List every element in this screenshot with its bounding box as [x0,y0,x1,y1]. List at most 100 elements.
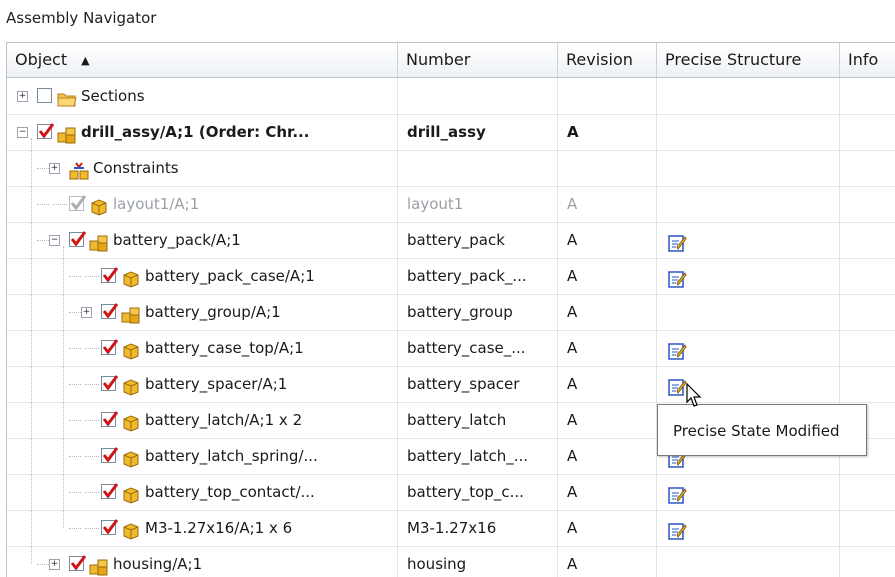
object-cell[interactable]: + Constraints [7,150,398,186]
column-header-precise-structure[interactable]: Precise Structure [657,43,840,77]
visibility-checkbox[interactable] [101,483,119,499]
column-header-object[interactable]: Object ▲ [7,43,398,77]
precise-state-modified-icon[interactable] [667,338,687,360]
info-cell[interactable] [840,330,895,366]
precise-structure-cell[interactable] [657,510,840,546]
precise-structure-cell[interactable] [657,546,840,577]
visibility-checkbox[interactable] [37,123,55,139]
object-cell[interactable]: − drill_assy/A;1 (Order: Chr... [7,114,398,150]
precise-structure-cell[interactable] [657,222,840,258]
number-cell[interactable]: battery_group [398,294,558,330]
expand-icon[interactable]: + [17,91,28,102]
column-header-info[interactable]: Info [840,43,895,77]
tree-row[interactable]: + Sections [7,78,895,115]
revision-cell[interactable]: A [558,114,657,150]
object-cell[interactable]: battery_latch_spring/... [7,438,398,474]
visibility-checkbox[interactable] [101,339,119,355]
expand-icon[interactable]: + [49,559,60,570]
object-cell[interactable]: battery_pack_case/A;1 [7,258,398,294]
precise-structure-cell[interactable] [657,78,840,114]
tree-row[interactable]: battery_pack_case/A;1 battery_pack_... A [7,258,895,295]
precise-structure-cell[interactable] [657,186,840,222]
info-cell[interactable] [840,222,895,258]
number-cell[interactable]: battery_top_c... [398,474,558,510]
visibility-checkbox[interactable] [101,303,119,319]
precise-structure-cell[interactable] [657,258,840,294]
revision-cell[interactable]: A [558,438,657,474]
number-cell[interactable]: battery_spacer [398,366,558,402]
number-cell[interactable]: battery_latch_... [398,438,558,474]
tree-row[interactable]: − drill_assy/A;1 (Order: Chr... drill_assy… [7,114,895,151]
number-cell[interactable]: battery_case_... [398,330,558,366]
number-cell[interactable]: battery_pack [398,222,558,258]
precise-state-modified-icon[interactable] [667,518,687,540]
visibility-checkbox[interactable] [37,88,52,103]
revision-cell[interactable]: A [558,402,657,438]
visibility-checkbox[interactable] [101,375,119,391]
precise-state-modified-icon[interactable] [667,482,687,504]
revision-cell[interactable]: A [558,186,657,222]
visibility-checkbox[interactable] [101,411,119,427]
info-cell[interactable] [840,186,895,222]
precise-structure-cell[interactable] [657,114,840,150]
tree-row[interactable]: layout1/A;1 layout1 A [7,186,895,223]
number-cell[interactable] [398,78,558,114]
revision-cell[interactable] [558,78,657,114]
revision-cell[interactable]: A [558,546,657,577]
number-cell[interactable]: battery_latch [398,402,558,438]
revision-cell[interactable]: A [558,366,657,402]
info-cell[interactable] [840,366,895,402]
info-cell[interactable] [840,474,895,510]
revision-cell[interactable] [558,150,657,186]
visibility-checkbox[interactable] [101,267,119,283]
tree-row[interactable]: M3-1.27x16/A;1 x 6 M3-1.27x16 A [7,510,895,547]
object-cell[interactable]: + housing/A;1 [7,546,398,577]
assembly-navigator-grid[interactable]: Object ▲ Number Revision Precise Structur… [6,42,895,577]
number-cell[interactable]: drill_assy [398,114,558,150]
tree-row[interactable]: + Constraints [7,150,895,187]
precise-state-modified-icon[interactable] [667,266,687,288]
object-cell[interactable]: battery_case_top/A;1 [7,330,398,366]
number-cell[interactable]: M3-1.27x16 [398,510,558,546]
expand-icon[interactable]: + [81,307,92,318]
visibility-checkbox[interactable] [69,555,87,571]
collapse-icon[interactable]: − [49,235,60,246]
precise-structure-cell[interactable] [657,474,840,510]
visibility-checkbox[interactable] [101,447,119,463]
tree-row[interactable]: battery_top_contact/... battery_top_c... A [7,474,895,511]
collapse-icon[interactable]: − [17,127,28,138]
object-cell[interactable]: M3-1.27x16/A;1 x 6 [7,510,398,546]
object-cell[interactable]: + Sections [7,78,398,114]
tree-row[interactable]: + battery_group/A;1 battery_group A [7,294,895,331]
object-cell[interactable]: − battery_pack/A;1 [7,222,398,258]
column-header-revision[interactable]: Revision [558,43,657,77]
revision-cell[interactable]: A [558,222,657,258]
precise-state-modified-icon[interactable] [667,230,687,252]
column-header-number[interactable]: Number [398,43,558,77]
visibility-checkbox[interactable] [101,519,119,535]
tree-row[interactable]: battery_spacer/A;1 battery_spacer A [7,366,895,403]
revision-cell[interactable]: A [558,474,657,510]
object-cell[interactable]: layout1/A;1 [7,186,398,222]
number-cell[interactable]: layout1 [398,186,558,222]
precise-structure-cell[interactable] [657,330,840,366]
number-cell[interactable]: battery_pack_... [398,258,558,294]
object-cell[interactable]: battery_top_contact/... [7,474,398,510]
tree-row[interactable]: − battery_pack/A;1 battery_pack A [7,222,895,259]
info-cell[interactable] [840,150,895,186]
tree-row[interactable]: battery_case_top/A;1 battery_case_... A [7,330,895,367]
number-cell[interactable]: housing [398,546,558,577]
precise-structure-cell[interactable] [657,150,840,186]
info-cell[interactable] [840,546,895,577]
revision-cell[interactable]: A [558,294,657,330]
object-cell[interactable]: + battery_group/A;1 [7,294,398,330]
visibility-checkbox[interactable] [69,195,87,211]
info-cell[interactable] [840,510,895,546]
info-cell[interactable] [840,294,895,330]
revision-cell[interactable]: A [558,330,657,366]
revision-cell[interactable]: A [558,510,657,546]
info-cell[interactable] [840,114,895,150]
precise-structure-cell[interactable] [657,294,840,330]
object-cell[interactable]: battery_latch/A;1 x 2 [7,402,398,438]
number-cell[interactable] [398,150,558,186]
